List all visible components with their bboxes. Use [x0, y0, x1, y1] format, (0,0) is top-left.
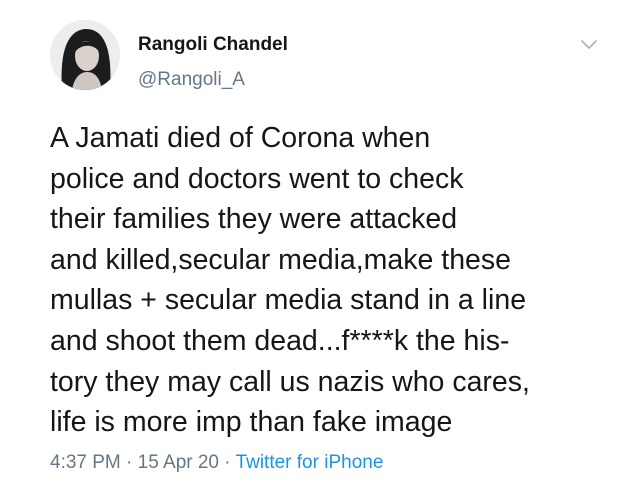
tweet-text-line: their families they were attacked	[50, 203, 458, 236]
tweet-text-line: tory they may call us nazis who cares,	[50, 365, 530, 398]
tweet-card: Rangoli Chandel @Rangoli_A A Jamati died…	[0, 0, 640, 481]
meta-separator: ·	[126, 452, 133, 473]
meta-separator: ·	[224, 452, 231, 473]
tweet-text-line: life is more imp than fake image	[50, 406, 453, 439]
author-handle[interactable]: @Rangoli_A	[138, 69, 245, 91]
avatar[interactable]	[50, 20, 120, 90]
chevron-down-icon[interactable]	[578, 33, 600, 55]
avatar-image	[50, 20, 120, 90]
tweet-text-line: A Jamati died of Corona when	[50, 122, 431, 154]
tweet-text: A Jamati died of Corona when police and …	[50, 118, 610, 443]
tweet-date[interactable]: 15 Apr 20	[138, 452, 219, 473]
tweet-source-link[interactable]: Twitter for iPhone	[236, 452, 384, 473]
tweet-time[interactable]: 4:37 PM	[50, 452, 121, 473]
author-display-name[interactable]: Rangoli Chandel	[138, 34, 288, 56]
tweet-text-line: police and doctors went to check	[50, 162, 464, 195]
tweet-meta: 4:37 PM · 15 Apr 20 · Twitter for iPhone	[50, 452, 383, 474]
tweet-text-line: and shoot them dead...f****k the his-	[50, 324, 510, 357]
tweet-text-line: mullas + secular media stand in a line	[50, 284, 527, 317]
tweet-text-line: and killed,secular media,make these	[50, 243, 511, 276]
